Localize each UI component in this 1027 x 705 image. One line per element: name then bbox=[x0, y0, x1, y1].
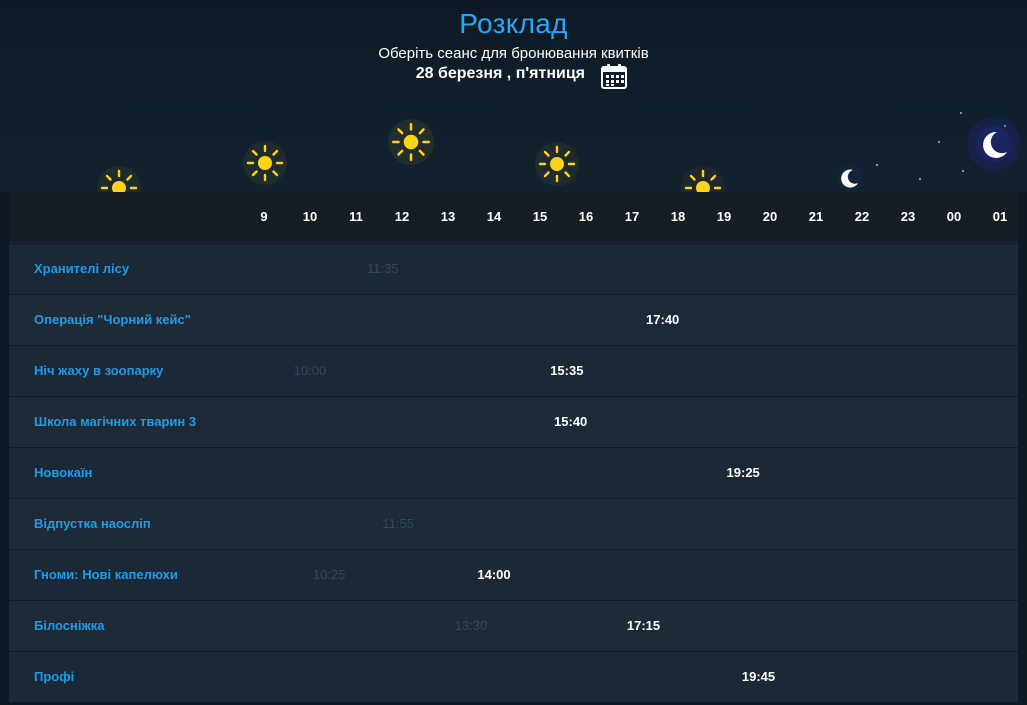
movie-row: Хранителі лісу 11:35 bbox=[9, 243, 1018, 294]
hour-label: 19 bbox=[716, 209, 732, 224]
current-date: 28 березня , п'ятниця bbox=[415, 65, 585, 82]
movie-title-link[interactable]: Гноми: Нові капелюхи bbox=[34, 567, 178, 582]
star bbox=[919, 178, 921, 180]
session-time-button[interactable]: 19:45 bbox=[734, 669, 784, 684]
session-time-button[interactable]: 14:00 bbox=[469, 567, 519, 582]
session-time-button[interactable]: 15:35 bbox=[542, 363, 592, 378]
movie-row: Профі 19:45 bbox=[9, 651, 1018, 702]
hour-label: 21 bbox=[808, 209, 824, 224]
page-title: Розклад bbox=[459, 8, 568, 39]
movie-title-link[interactable]: Хранителі лісу bbox=[34, 261, 129, 276]
hour-label: 00 bbox=[946, 209, 962, 224]
sky-header: Розклад Оберіть сеанс для бронювання кви… bbox=[0, 0, 1027, 192]
movie-row: Ніч жаху в зоопарку 10:00 15:35 bbox=[9, 345, 1018, 396]
movie-row: Школа магічних тварин 3 15:40 bbox=[9, 396, 1018, 447]
hour-label: 17 bbox=[624, 209, 640, 224]
movie-row: Відпустка наосліп 11:55 bbox=[9, 498, 1018, 549]
past-session-time: 11:55 bbox=[382, 516, 414, 531]
hour-label: 20 bbox=[762, 209, 778, 224]
hour-label: 23 bbox=[900, 209, 916, 224]
hour-label: 18 bbox=[670, 209, 686, 224]
movie-row: Новокаїн 19:25 bbox=[9, 447, 1018, 498]
hour-label: 9 bbox=[260, 209, 268, 224]
session-time-button[interactable]: 19:25 bbox=[718, 465, 768, 480]
past-session-time: 10:00 bbox=[293, 363, 327, 378]
hour-label: 12 bbox=[394, 209, 410, 224]
calendar-icon[interactable] bbox=[600, 63, 628, 89]
hour-label: 14 bbox=[486, 209, 502, 224]
hour-label: 01 bbox=[992, 209, 1008, 224]
date-selector: 28 березня , п'ятниця bbox=[0, 63, 1027, 89]
hour-label: 10 bbox=[302, 209, 318, 224]
past-session-time: 10:25 bbox=[312, 567, 346, 582]
moon-icon bbox=[836, 164, 864, 192]
schedule-table: 9 10 11 12 13 14 15 16 17 18 19 20 21 22 23 00 01 Хранит… bbox=[9, 192, 1018, 702]
sun-icon bbox=[95, 164, 143, 192]
movie-title-link[interactable]: Новокаїн bbox=[34, 465, 92, 480]
session-time-button[interactable]: 17:15 bbox=[619, 618, 669, 633]
star bbox=[960, 112, 962, 114]
hour-label: 22 bbox=[854, 209, 870, 224]
star bbox=[938, 141, 940, 143]
past-session-time: 11:35 bbox=[367, 261, 399, 276]
page-subtitle: Оберіть сеанс для бронювання квитків bbox=[378, 45, 649, 62]
sun-icon bbox=[679, 164, 727, 192]
session-time-button[interactable]: 15:40 bbox=[546, 414, 596, 429]
star bbox=[962, 170, 964, 172]
session-time-button[interactable]: 17:40 bbox=[638, 312, 688, 327]
hour-label: 13 bbox=[440, 209, 456, 224]
hour-label: 11 bbox=[349, 209, 363, 224]
moon-icon bbox=[966, 116, 1022, 177]
movie-title-link[interactable]: Ніч жаху в зоопарку bbox=[34, 363, 163, 378]
sun-icon bbox=[533, 140, 581, 192]
hour-label: 16 bbox=[578, 209, 594, 224]
movie-title-link[interactable]: Школа магічних тварин 3 bbox=[34, 414, 196, 429]
movie-title-link[interactable]: Операція "Чорний кейс" bbox=[34, 312, 191, 327]
past-session-time: 13:30 bbox=[454, 618, 488, 633]
movie-title-link[interactable]: Білосніжка bbox=[34, 618, 104, 633]
movie-title-link[interactable]: Профі bbox=[34, 669, 74, 684]
sun-icon bbox=[241, 139, 289, 192]
hours-header: 9 10 11 12 13 14 15 16 17 18 19 20 21 22 23 00 01 bbox=[9, 192, 1018, 242]
sun-icon bbox=[386, 117, 436, 172]
hour-label: 15 bbox=[532, 209, 548, 224]
star bbox=[876, 164, 878, 166]
movie-title-link[interactable]: Відпустка наосліп bbox=[34, 516, 151, 531]
movie-row: Білосніжка 13:30 17:15 bbox=[9, 600, 1018, 651]
movie-row: Операція "Чорний кейс" 17:40 bbox=[9, 294, 1018, 345]
movie-row: Гноми: Нові капелюхи 10:25 14:00 bbox=[9, 549, 1018, 600]
